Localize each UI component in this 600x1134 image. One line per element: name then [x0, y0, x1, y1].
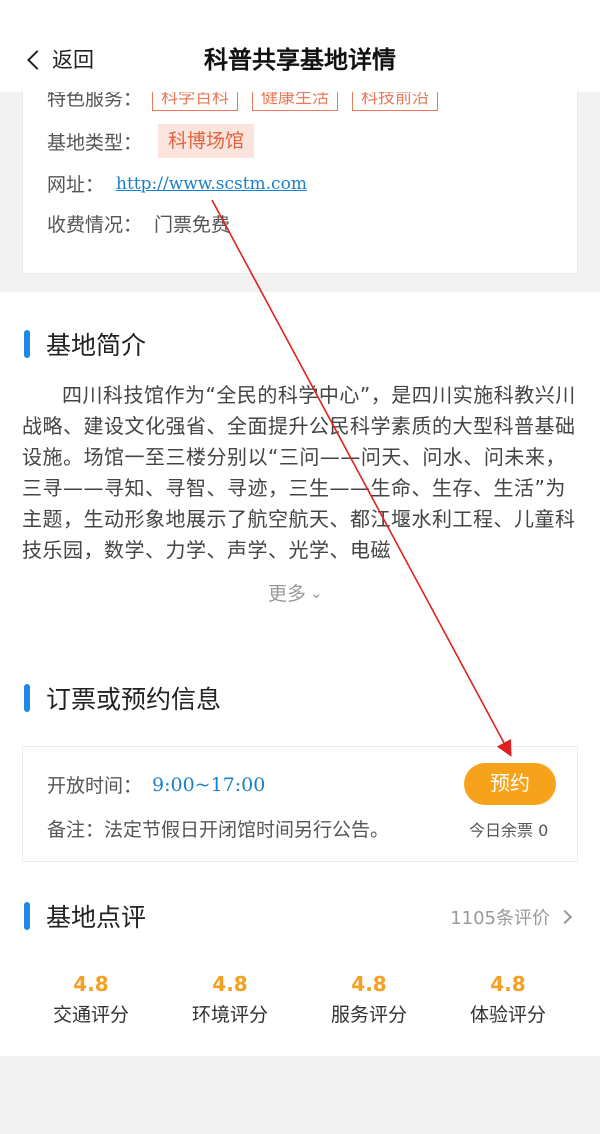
more-button[interactable]: 更多 ⌄ — [268, 579, 323, 606]
nav-header: 返回 科普共享基地详情 — [0, 0, 600, 92]
page-title: 科普共享基地详情 — [204, 46, 396, 74]
type-row: 基地类型： 科博场馆 — [47, 124, 255, 158]
score-label: 交通评分 — [52, 1004, 129, 1026]
review-count-link[interactable]: 1105条评价 — [450, 904, 573, 930]
review-section: 基地点评 1105条评价 4.8 交通评分 4.8 环境评分 4.8 服务评分 … — [0, 874, 600, 1056]
url-row: 网址： http://www.scstm.com — [47, 170, 307, 197]
more-label: 更多 — [268, 583, 307, 605]
chevron-right-icon — [557, 909, 573, 925]
type-tag: 科博场馆 — [158, 124, 255, 158]
score-label: 服务评分 — [330, 1004, 407, 1026]
section-marker — [24, 684, 30, 712]
fee-label: 收费情况： — [47, 214, 143, 236]
score-item: 4.8 服务评分 — [299, 972, 439, 1027]
score-label: 体验评分 — [469, 1004, 546, 1026]
reserve-button[interactable]: 预约 — [464, 763, 556, 805]
base-info-card: 特色服务： 科学百科 健康生活 科技前沿 基地类型： 科博场馆 网址： http… — [22, 62, 578, 274]
score-item: 4.8 交通评分 — [21, 972, 161, 1027]
score-label: 环境评分 — [191, 1004, 268, 1026]
score-item: 4.8 环境评分 — [160, 972, 300, 1027]
score-item: 4.8 体验评分 — [438, 972, 578, 1027]
section-marker — [24, 902, 30, 930]
booking-note: 备注：法定节假日开闭馆时间另行公告。 — [47, 819, 390, 841]
review-count-label: 1105条评价 — [450, 908, 550, 929]
fee-row: 收费情况： 门票免费 — [47, 210, 230, 237]
open-time-label: 开放时间： — [47, 775, 143, 797]
booking-section: 订票或预约信息 开放时间： 9:00~17:00 备注：法定节假日开闭馆时间另行… — [0, 624, 600, 874]
score-value: 4.8 — [490, 972, 526, 996]
section-marker — [24, 330, 30, 358]
intro-title: 基地简介 — [46, 331, 147, 360]
double-chevron-down-icon: ⌄ — [310, 583, 323, 602]
booking-title: 订票或预约信息 — [46, 685, 222, 714]
type-label: 基地类型： — [47, 131, 143, 154]
open-time-value: 9:00~17:00 — [152, 773, 266, 796]
intro-section: 基地简介 四川科技馆作为“全民的科学中心”，是四川实施科教兴川战略、建设文化强省… — [0, 292, 600, 624]
review-title: 基地点评 — [46, 903, 147, 932]
open-time-row: 开放时间： 9:00~17:00 — [47, 771, 265, 798]
score-value: 4.8 — [73, 972, 109, 996]
url-label: 网址： — [47, 174, 105, 196]
remaining-tickets: 今日余票 0 — [469, 821, 549, 840]
website-link[interactable]: http://www.scstm.com — [116, 174, 307, 194]
intro-text: 四川科技馆作为“全民的科学中心”，是四川实施科教兴川战略、建设文化强省、全面提升… — [22, 383, 576, 562]
score-value: 4.8 — [351, 972, 387, 996]
fee-value: 门票免费 — [154, 214, 231, 236]
booking-card: 开放时间： 9:00~17:00 备注：法定节假日开闭馆时间另行公告。 预约 今… — [22, 746, 578, 862]
score-value: 4.8 — [212, 972, 248, 996]
